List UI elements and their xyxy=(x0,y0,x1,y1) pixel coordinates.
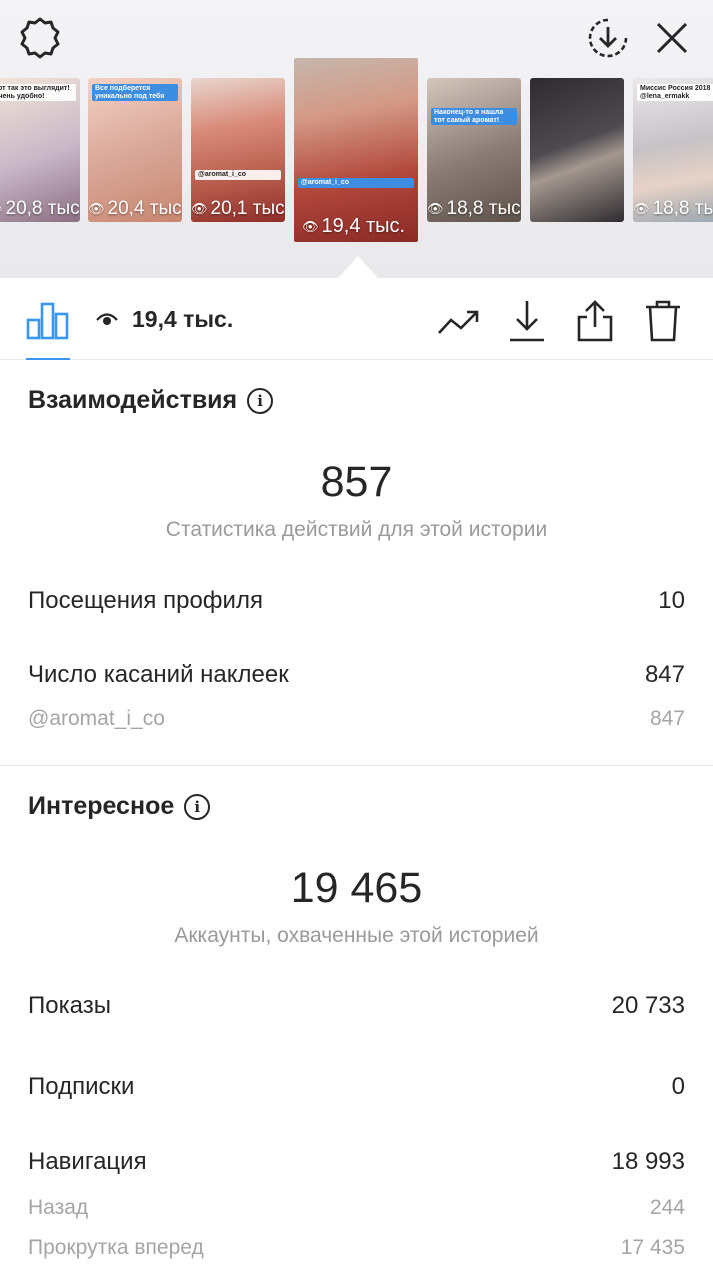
story-caption: Миссис Россия 2018 @lena_ermakk xyxy=(637,84,713,102)
eye-icon: 👁 xyxy=(191,201,208,216)
story-views: 👁18,8 тыс. xyxy=(427,198,521,219)
story-views: 👁 20,4 тыс. xyxy=(88,198,182,219)
story-strip: Вот так это выглядит! Очень удобно! 👁20,… xyxy=(0,0,713,278)
story-thumb-active[interactable]: @aromat_i_co 👁 19,4 тыс. xyxy=(294,58,418,242)
stat-row: Число касаний наклеек 847 xyxy=(28,661,685,688)
interactions-caption: Статистика действий для этой истории xyxy=(165,518,548,541)
story-caption: @aromat_i_co xyxy=(298,178,414,188)
active-story-pointer xyxy=(338,256,378,278)
divider xyxy=(0,765,713,766)
stat-row: Навигация 18 993 xyxy=(28,1148,685,1175)
story-views: 👁20,8 тыс. xyxy=(0,198,80,220)
stat-row: Подписки 0 xyxy=(28,1073,685,1100)
story-views: 👁 20,1 тыс. xyxy=(191,198,285,219)
views-count: 19,4 тыс. xyxy=(132,306,234,332)
discovery-caption: Аккаунты, охваченные этой историей xyxy=(174,924,539,947)
interactions-title: Взаимодействия i xyxy=(28,386,274,415)
stat-row: Посещения профиля 10 xyxy=(28,587,685,614)
story-insights-screen: Вот так это выглядит! Очень удобно! 👁20,… xyxy=(0,0,713,1280)
story-views: 👁18,8 тыс. xyxy=(633,198,713,219)
story-thumbnails: Вот так это выглядит! Очень удобно! 👁20,… xyxy=(0,58,713,248)
stat-subrow: Прокрутка вперед 17 435 xyxy=(28,1236,685,1259)
story-thumb-3[interactable]: @aromat_i_co 👁 20,1 тыс. xyxy=(191,78,285,222)
share-icon[interactable] xyxy=(572,298,618,344)
stat-subrow: Назад 244 xyxy=(28,1196,685,1219)
stat-row: Показы 20 733 xyxy=(28,992,685,1019)
bar-chart-icon[interactable] xyxy=(26,300,70,360)
stat-subrow: @aromat_i_co 847 xyxy=(28,707,685,730)
eye-icon: 👁 xyxy=(427,201,444,216)
trash-icon[interactable] xyxy=(640,298,686,344)
download-icon[interactable] xyxy=(504,298,550,344)
eye-icon xyxy=(96,306,118,333)
story-views: 👁 19,4 тыс. xyxy=(302,215,406,237)
story-thumb-7[interactable]: Миссис Россия 2018 @lena_ermakk 👁 18,8 ты… xyxy=(633,78,713,222)
story-thumb-5[interactable]: Наконец-то я нашла тот самый аромат! 👁 18… xyxy=(427,78,521,222)
story-caption: Все подберется уникально под тебя xyxy=(92,84,178,102)
story-caption: @aromat_i_co xyxy=(195,170,281,180)
story-caption: Вот так это выглядит! Очень удобно! xyxy=(0,84,76,102)
story-caption: Наконец-то я нашла тот самый аромат! xyxy=(431,108,517,126)
info-icon[interactable]: i xyxy=(184,793,211,820)
close-icon[interactable] xyxy=(648,14,696,62)
discovery-title: Интересное i xyxy=(28,792,211,821)
trend-icon[interactable] xyxy=(436,298,482,344)
eye-icon: 👁 xyxy=(0,201,3,217)
eye-icon: 👁 xyxy=(302,218,319,234)
views-summary: 19,4 тыс. xyxy=(96,306,233,333)
insights-toolbar: 19,4 тыс. xyxy=(0,278,713,360)
interactions-total: 857 xyxy=(320,458,393,506)
story-thumb-2[interactable]: Все подберется уникально под тебя 👁 20,4 … xyxy=(88,78,182,222)
settings-icon[interactable] xyxy=(16,14,64,62)
story-thumb-6[interactable] xyxy=(530,78,624,222)
story-thumb-1[interactable]: Вот так это выглядит! Очень удобно! 👁20,… xyxy=(0,78,80,222)
discovery-total: 19 465 xyxy=(290,864,423,912)
eye-icon: 👁 xyxy=(633,201,650,216)
eye-icon: 👁 xyxy=(88,201,105,216)
info-icon[interactable]: i xyxy=(247,387,274,414)
download-circle-icon[interactable] xyxy=(584,14,632,62)
